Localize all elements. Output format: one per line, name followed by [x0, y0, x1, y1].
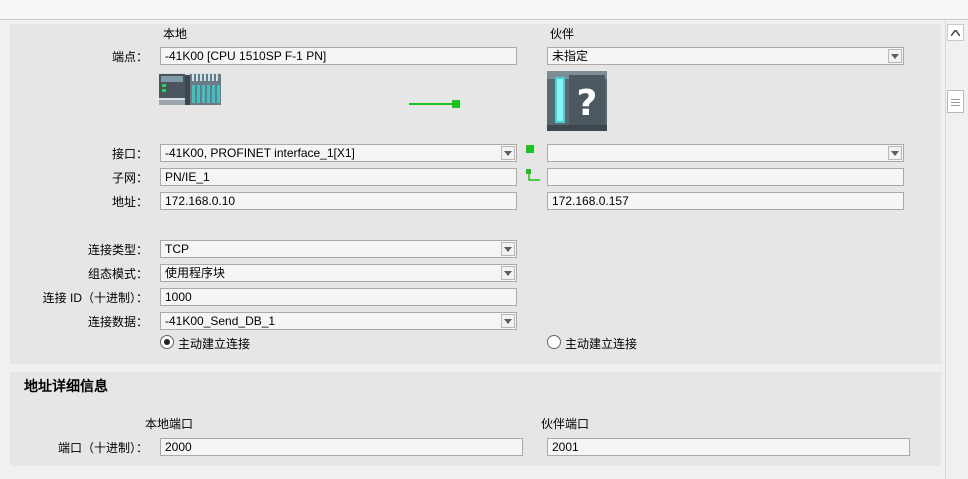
- local-endpoint-field[interactable]: -41K00 [CPU 1510SP F-1 PN]: [160, 47, 517, 65]
- partner-address-field[interactable]: 172.168.0.157: [547, 192, 904, 210]
- partner-header: 伙伴: [550, 27, 575, 41]
- endpoint-label: 端点：: [111, 50, 148, 64]
- local-interface-value: -41K00, PROFINET interface_1[X1]: [165, 146, 355, 160]
- svg-text:?: ?: [577, 83, 598, 124]
- chevron-down-icon[interactable]: [888, 49, 902, 63]
- connection-data-value: -41K00_Send_DB_1: [165, 314, 276, 328]
- port-label: 端口（十进制）：: [57, 441, 148, 455]
- subnet-link-icon: [525, 168, 543, 184]
- partner-endpoint-select[interactable]: 未指定: [547, 47, 904, 65]
- local-active-connection-label: 主动建立连接: [178, 337, 251, 351]
- local-active-connection-radio[interactable]: [160, 335, 174, 349]
- partner-active-connection-label: 主动建立连接: [565, 337, 638, 351]
- connection-data-label: 连接数据：: [87, 315, 148, 329]
- local-header: 本地: [163, 27, 188, 41]
- top-toolbar-strip: [0, 0, 968, 20]
- chevron-down-icon[interactable]: [501, 146, 515, 160]
- chevron-down-icon[interactable]: [888, 146, 902, 160]
- local-port-field[interactable]: 2000: [160, 438, 523, 456]
- chevron-down-icon[interactable]: [501, 266, 515, 280]
- connection-id-field[interactable]: 1000: [160, 288, 517, 306]
- connection-id-label: 连接 ID（十进制）：: [42, 291, 148, 305]
- config-mode-value: 使用程序块: [165, 266, 226, 280]
- connection-data-select[interactable]: -41K00_Send_DB_1: [160, 312, 517, 330]
- chevron-down-icon[interactable]: [501, 314, 515, 328]
- partner-port-field[interactable]: 2001: [547, 438, 910, 456]
- connection-type-value: TCP: [165, 242, 189, 256]
- address-details-title: 地址详细信息: [24, 378, 108, 394]
- scroll-up-button[interactable]: [947, 24, 964, 41]
- partner-subnet-field[interactable]: [547, 168, 904, 186]
- local-interface-select[interactable]: -41K00, PROFINET interface_1[X1]: [160, 144, 517, 162]
- local-subnet-field[interactable]: PN/IE_1: [160, 168, 517, 186]
- chevron-up-icon: [951, 29, 960, 36]
- vertical-scrollbar[interactable]: [945, 20, 968, 479]
- interface-link-icon: [526, 145, 534, 153]
- radio-selected-dot: [164, 339, 170, 345]
- config-mode-label: 组态模式：: [87, 267, 148, 281]
- connection-type-label: 连接类型：: [87, 243, 148, 257]
- interface-label: 接口：: [111, 147, 148, 161]
- scrollbar-thumb[interactable]: [947, 90, 964, 113]
- connection-type-select[interactable]: TCP: [160, 240, 517, 258]
- partner-port-header: 伙伴端口: [541, 417, 590, 431]
- config-mode-select[interactable]: 使用程序块: [160, 264, 517, 282]
- local-port-header: 本地端口: [145, 417, 194, 431]
- connection-line-icon: [408, 98, 460, 108]
- partner-interface-select[interactable]: [547, 144, 904, 162]
- chevron-down-icon[interactable]: [501, 242, 515, 256]
- subnet-label: 子网：: [111, 171, 148, 185]
- unknown-device-icon: ?: [547, 71, 607, 131]
- partner-active-connection-radio[interactable]: [547, 335, 561, 349]
- address-label: 地址：: [111, 195, 148, 209]
- cpu-rack-icon: [159, 71, 221, 107]
- partner-endpoint-value: 未指定: [552, 49, 589, 63]
- local-address-field[interactable]: 172.168.0.10: [160, 192, 517, 210]
